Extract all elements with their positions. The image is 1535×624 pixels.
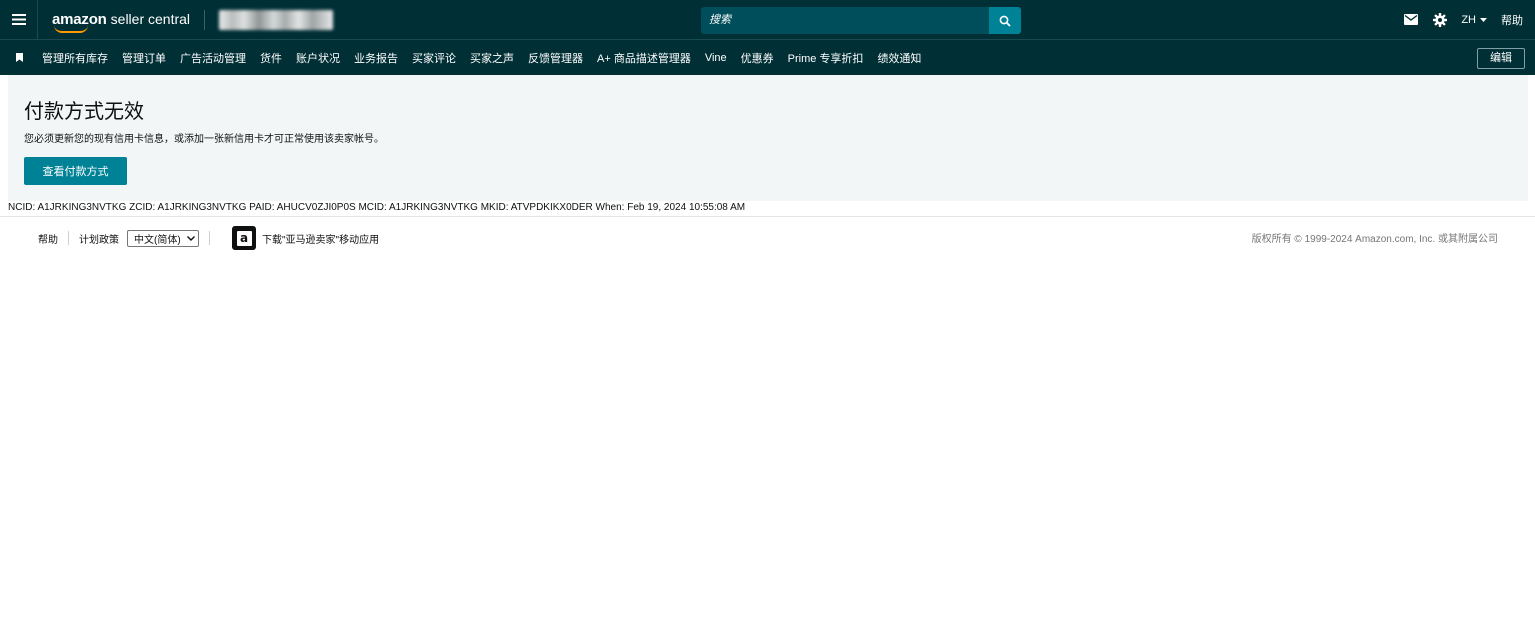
nav-item-prime-discounts[interactable]: Prime 专享折扣 xyxy=(788,50,864,66)
help-link[interactable]: 帮助 xyxy=(1501,12,1523,28)
language-select-value: 中文(简体) xyxy=(134,234,181,246)
nav-item-feedback-manager[interactable]: 反馈管理器 xyxy=(528,50,583,66)
payment-alert-panel: 付款方式无效 您必须更新您的现有信用卡信息，或添加一张新信用卡才可正常使用该卖家… xyxy=(8,75,1528,201)
view-payment-methods-button[interactable]: 查看付款方式 xyxy=(24,157,127,185)
nav-item-vine[interactable]: Vine xyxy=(705,52,727,64)
header-divider xyxy=(204,9,206,30)
nav-item-inventory[interactable]: 管理所有库存 xyxy=(42,50,108,66)
amazon-seller-app-icon[interactable]: a xyxy=(232,226,256,250)
search-input[interactable]: 搜索 xyxy=(701,7,989,34)
language-select[interactable]: 中文(简体) xyxy=(127,229,199,247)
search-icon xyxy=(999,15,1011,27)
nav-item-business-reports[interactable]: 业务报告 xyxy=(354,50,398,66)
nav-item-shipments[interactable]: 货件 xyxy=(260,50,282,66)
copyright-text: 版权所有 © 1999-2024 Amazon.com, Inc. 或其附属公司 xyxy=(1251,234,1498,245)
nav-item-performance-notifications[interactable]: 绩效通知 xyxy=(877,50,921,66)
hamburger-icon xyxy=(11,14,26,25)
logo-brand: amazon xyxy=(52,11,107,28)
header-utilities: ZH 帮助 xyxy=(1389,0,1523,39)
footer-policies-link[interactable]: 计划政策 xyxy=(79,231,119,246)
footer-separator xyxy=(68,231,69,245)
nav-item-a-plus-manager[interactable]: A+ 商品描述管理器 xyxy=(597,50,691,66)
amazon-seller-central-logo[interactable]: amazon seller central xyxy=(52,0,190,39)
language-label: ZH xyxy=(1461,13,1476,26)
shopping-bag-icon: a xyxy=(236,230,252,246)
edit-nav-button[interactable]: 编辑 xyxy=(1477,48,1525,69)
nav-items: 管理所有库存 管理订单 广告活动管理 货件 账户状况 业务报告 买家评论 买家之… xyxy=(42,50,935,66)
footer: 帮助 计划政策 中文(简体) a 下载"亚马逊卖家"移动应用 xyxy=(38,226,379,250)
nav-item-campaigns[interactable]: 广告活动管理 xyxy=(180,50,246,66)
menu-button[interactable] xyxy=(0,0,38,39)
alert-title: 付款方式无效 xyxy=(24,101,144,123)
mail-icon xyxy=(1404,14,1419,25)
bookmark-icon xyxy=(15,53,23,62)
nav-item-coupons[interactable]: 优惠券 xyxy=(741,50,774,66)
nav-item-voice-of-customer[interactable]: 买家之声 xyxy=(470,50,514,66)
nav-item-account-health[interactable]: 账户状况 xyxy=(296,50,340,66)
alert-message: 您必须更新您的现有信用卡信息，或添加一张新信用卡才可正常使用该卖家帐号。 xyxy=(24,134,384,145)
footer-divider xyxy=(0,216,1535,217)
search-bar: 搜索 xyxy=(701,7,1021,34)
nav-item-customer-reviews[interactable]: 买家评论 xyxy=(412,50,456,66)
app-download-link[interactable]: 下载"亚马逊卖家"移动应用 xyxy=(262,231,379,246)
search-button[interactable] xyxy=(989,7,1021,34)
footer-help-link[interactable]: 帮助 xyxy=(38,231,58,246)
mail-button[interactable] xyxy=(1404,14,1419,25)
settings-button[interactable] xyxy=(1433,12,1448,27)
logo-product: seller central xyxy=(110,11,191,27)
nav-bar: 管理所有库存 管理订单 广告活动管理 货件 账户状况 业务报告 买家评论 买家之… xyxy=(0,39,1535,75)
session-ids-text: NCID: A1JRKING3NVTKG ZCID: A1JRKING3NVTK… xyxy=(8,202,746,213)
language-selector[interactable]: ZH xyxy=(1461,14,1487,26)
bookmark-button[interactable] xyxy=(0,53,38,62)
chevron-down-icon xyxy=(187,235,195,241)
account-switcher[interactable] xyxy=(219,9,334,30)
top-header: amazon seller central 搜索 ZH 帮助 xyxy=(0,0,1535,39)
caret-down-icon xyxy=(1480,17,1487,22)
nav-item-orders[interactable]: 管理订单 xyxy=(122,50,166,66)
logo-smile xyxy=(54,25,88,33)
gear-icon xyxy=(1433,12,1448,27)
footer-separator xyxy=(209,231,210,245)
